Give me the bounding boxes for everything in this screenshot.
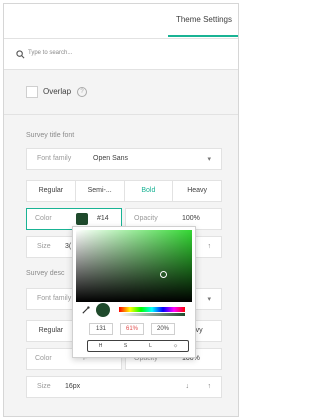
title-font-weight-segmented: Regular Semi-... Bold Heavy bbox=[26, 180, 222, 202]
saturation-value-area[interactable] bbox=[76, 230, 192, 302]
saturation-handle[interactable] bbox=[160, 271, 167, 278]
weight-regular-button[interactable]: Regular bbox=[27, 181, 76, 201]
help-icon[interactable]: ? bbox=[77, 87, 87, 97]
font-family-value: Open Sans bbox=[93, 155, 129, 162]
survey-description-font-heading: Survey desc bbox=[26, 270, 65, 277]
weight-semibold-button[interactable]: Semi-... bbox=[76, 181, 125, 201]
mode-h-label[interactable]: H bbox=[88, 341, 113, 351]
weight-regular-button[interactable]: Regular bbox=[27, 321, 76, 341]
search-icon bbox=[16, 50, 25, 59]
active-tab-indicator bbox=[168, 35, 238, 37]
search-bar[interactable]: Type to search... bbox=[4, 39, 238, 70]
size-caption: Size bbox=[37, 243, 51, 250]
eyedropper-icon[interactable] bbox=[82, 306, 90, 314]
alpha-slider[interactable] bbox=[119, 313, 185, 316]
hue-slider[interactable] bbox=[119, 307, 185, 312]
color-value: #14 bbox=[97, 215, 109, 222]
font-family-caption: Font family bbox=[37, 295, 72, 302]
mode-toggle-icon[interactable]: ⬦ bbox=[163, 341, 188, 351]
opacity-caption: Opacity bbox=[134, 215, 158, 222]
survey-title-font-heading: Survey title font bbox=[26, 132, 75, 139]
size-caption: Size bbox=[37, 383, 51, 390]
opacity-value: 100% bbox=[182, 215, 200, 222]
size-value: 3( bbox=[65, 243, 72, 250]
desc-size-field[interactable]: Size 16px ↓ ↑ bbox=[26, 376, 222, 398]
panel-header: Theme Settings bbox=[4, 4, 238, 39]
decrease-arrow-icon[interactable]: ↓ bbox=[186, 383, 190, 390]
search-input[interactable]: Type to search... bbox=[28, 50, 72, 56]
overlap-row: Overlap ? bbox=[4, 70, 238, 115]
mode-s-label[interactable]: S bbox=[113, 341, 138, 351]
title-font-family-select[interactable]: Font family Open Sans ▾ bbox=[26, 148, 222, 170]
weight-bold-button[interactable]: Bold bbox=[125, 181, 174, 201]
overlap-label: Overlap bbox=[43, 87, 72, 96]
lightness-input[interactable]: 20% bbox=[151, 323, 175, 335]
panel-title: Theme Settings bbox=[175, 15, 232, 24]
increase-arrow-icon[interactable]: ↑ bbox=[208, 243, 212, 250]
weight-heavy-button[interactable]: Heavy bbox=[173, 181, 221, 201]
hsl-inputs: 131 61% 20% bbox=[89, 323, 189, 337]
color-picker-popup: 131 61% 20% H S L ⬦ bbox=[72, 226, 196, 358]
color-caption: Color bbox=[35, 355, 52, 362]
color-swatch-button[interactable] bbox=[76, 213, 88, 225]
font-family-caption: Font family bbox=[37, 155, 72, 162]
color-mode-switch: H S L ⬦ bbox=[87, 340, 189, 352]
current-color-preview bbox=[96, 303, 110, 317]
chevron-down-icon: ▾ bbox=[207, 156, 211, 163]
hue-input[interactable]: 131 bbox=[89, 323, 113, 335]
size-value: 16px bbox=[65, 383, 81, 390]
chevron-down-icon: ▾ bbox=[207, 296, 211, 303]
color-caption: Color bbox=[35, 215, 52, 222]
overlap-checkbox[interactable] bbox=[26, 86, 38, 98]
saturation-input[interactable]: 61% bbox=[120, 323, 144, 335]
theme-settings-panel: Theme Settings Type to search... Overlap… bbox=[3, 3, 239, 417]
increase-arrow-icon[interactable]: ↑ bbox=[208, 383, 212, 390]
mode-l-label[interactable]: L bbox=[138, 341, 163, 351]
